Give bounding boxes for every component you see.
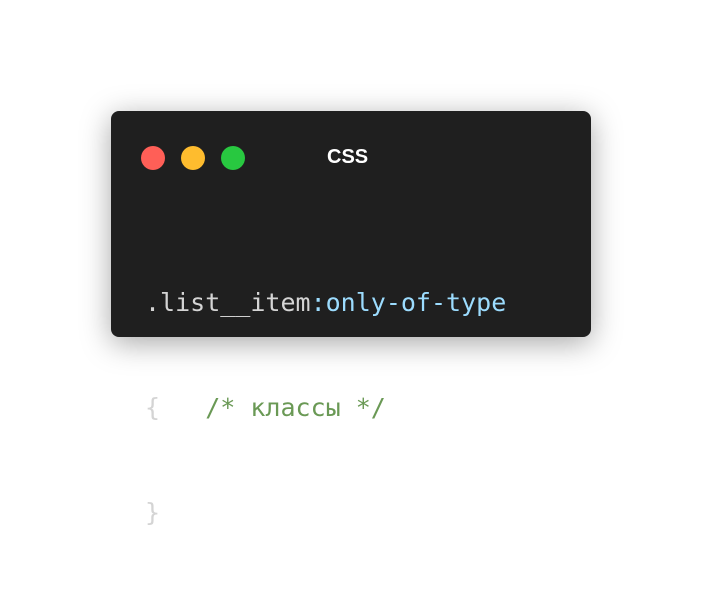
css-selector: .list__item	[145, 288, 311, 317]
code-line-2: { /* классы */	[145, 390, 506, 425]
brace-close: }	[145, 498, 161, 527]
code-line-1: .list__item:only-of-type	[145, 285, 506, 320]
window-title: CSS	[327, 146, 369, 168]
code-line-3: }	[145, 495, 506, 530]
close-window-icon[interactable]	[141, 146, 165, 170]
code-block: .list__item:only-of-type { /* классы */ …	[145, 215, 506, 600]
window-titlebar: CSS	[111, 111, 591, 203]
css-pseudo-class: :only-of-type	[310, 288, 507, 317]
code-spacing	[160, 393, 205, 422]
maximize-window-icon[interactable]	[221, 146, 245, 170]
code-comment: /* классы */	[205, 393, 386, 422]
code-window: CSS .list__item:only-of-type { /* классы…	[111, 111, 591, 527]
brace-open: {	[145, 393, 161, 422]
minimize-window-icon[interactable]	[181, 146, 205, 170]
